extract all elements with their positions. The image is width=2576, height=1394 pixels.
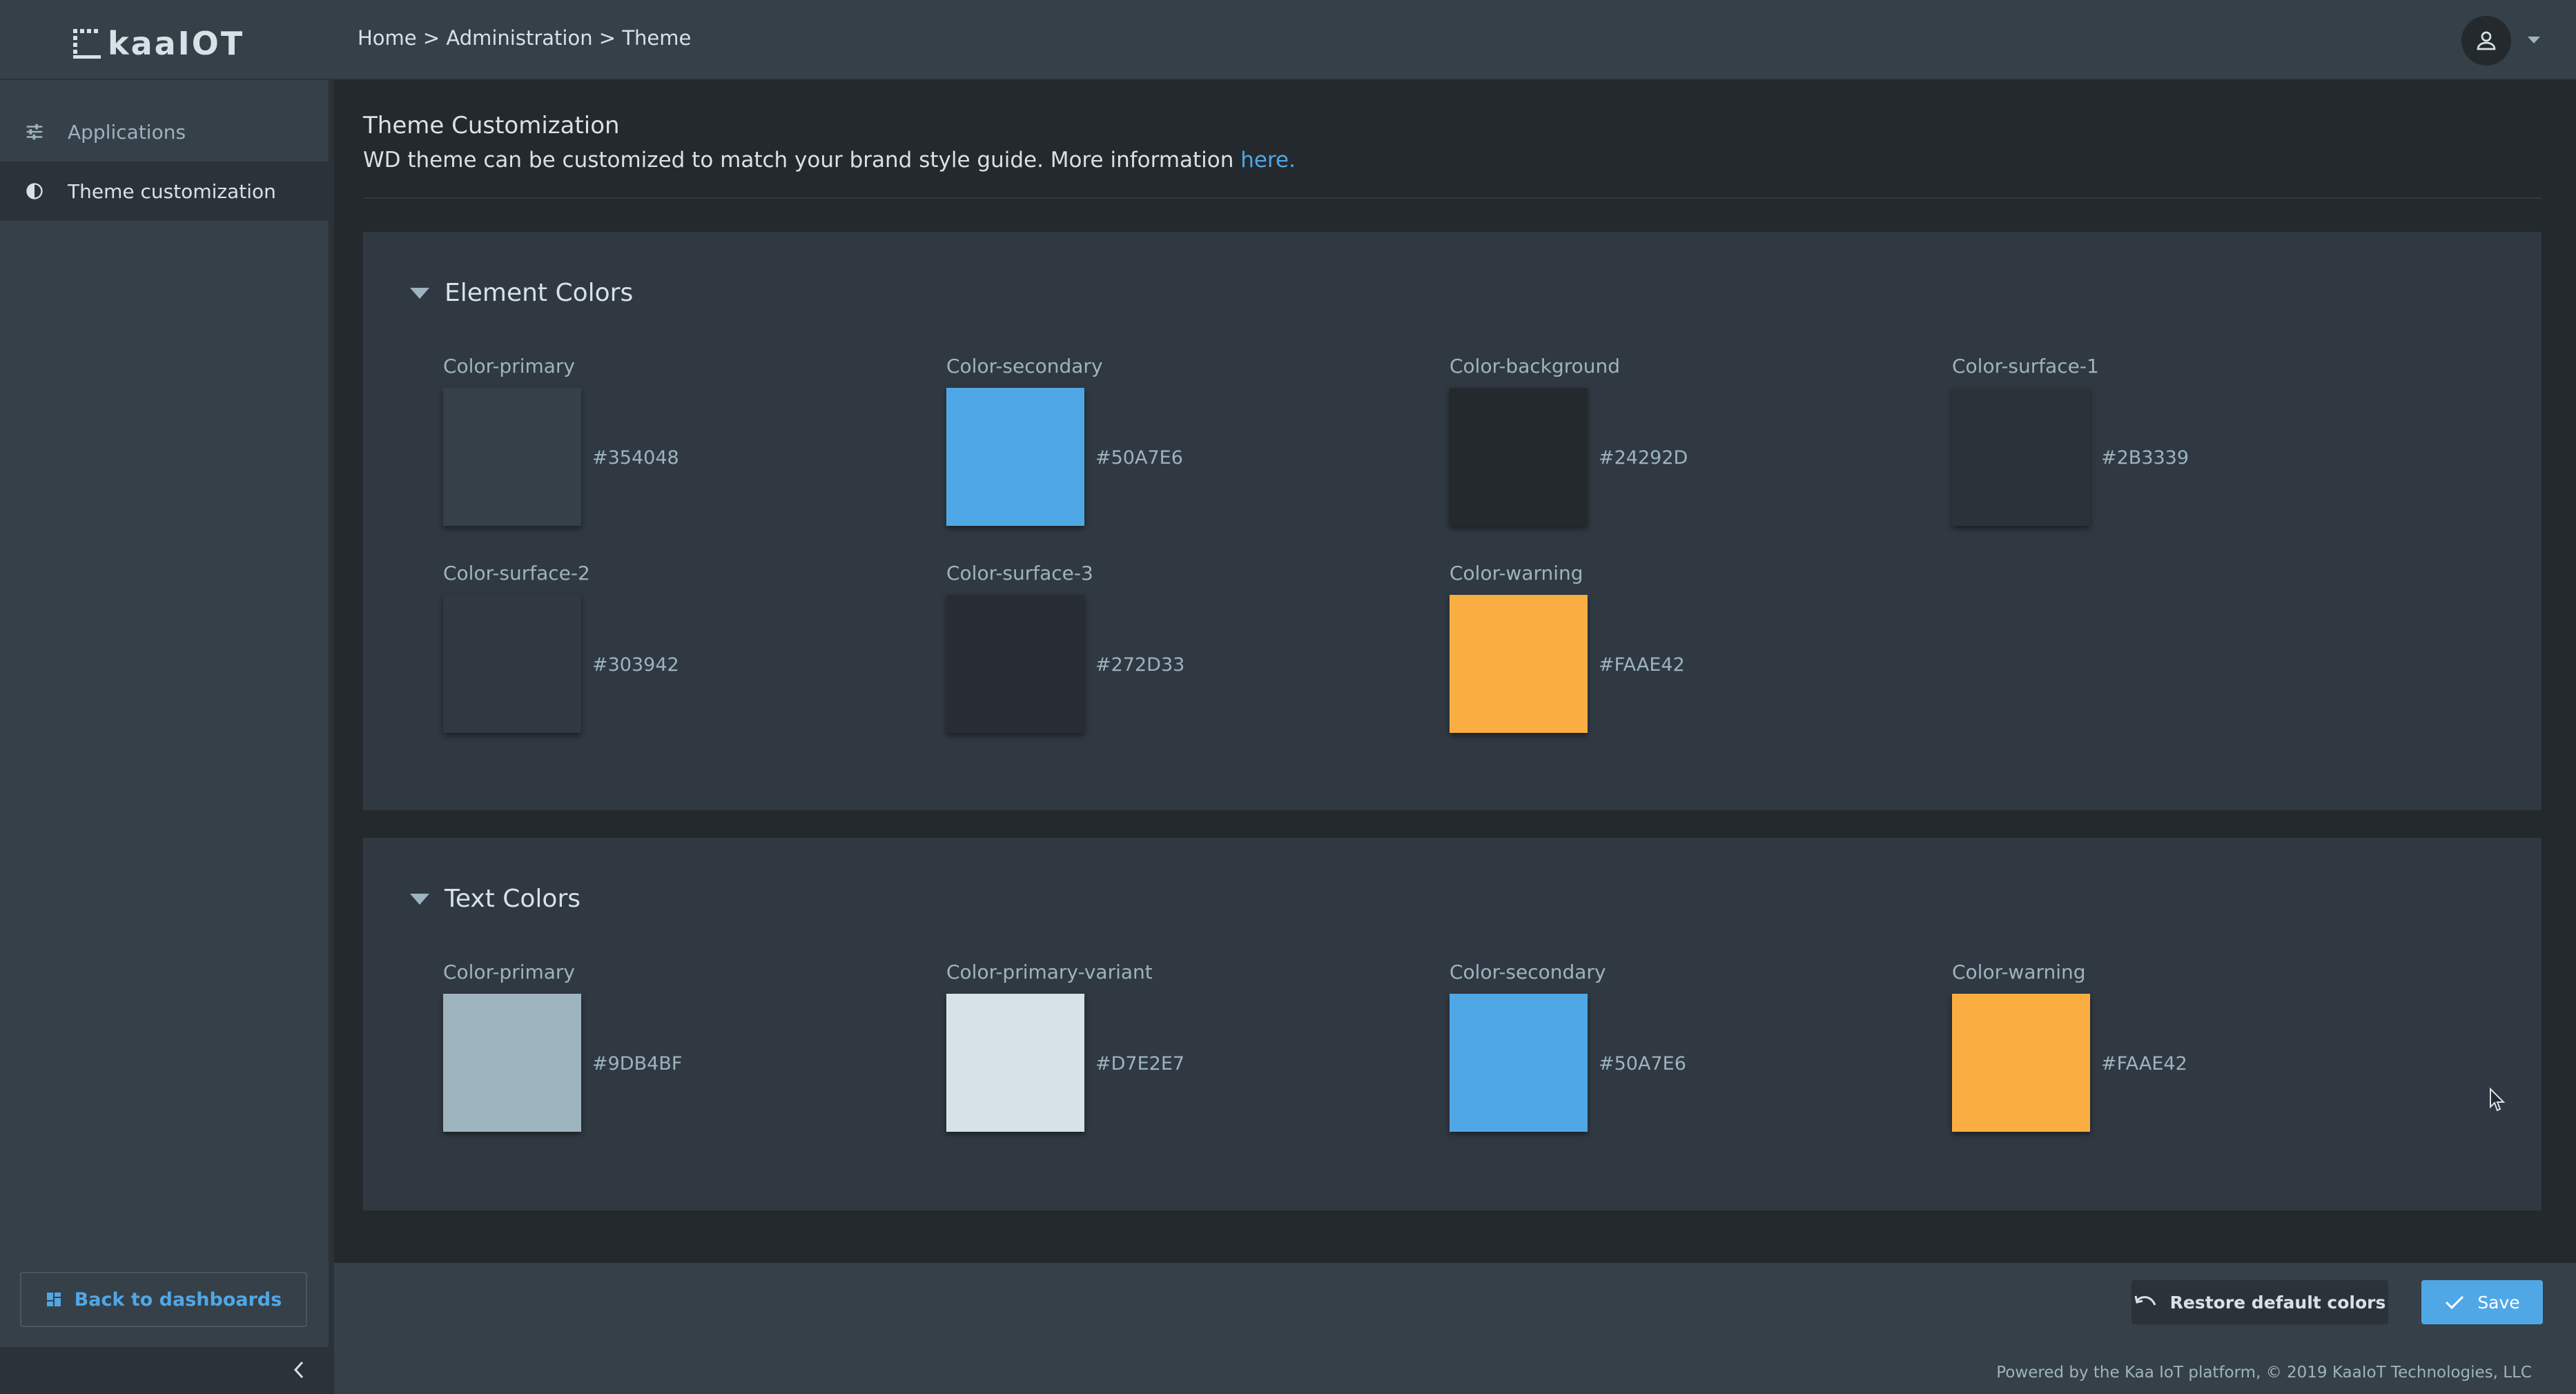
sidebar-item-theme-customization[interactable]: Theme customization	[0, 161, 334, 221]
check-icon	[2444, 1294, 2465, 1310]
color-swatch[interactable]	[946, 595, 1084, 733]
back-to-dashboards-button[interactable]: Back to dashboards	[20, 1272, 307, 1327]
color-hex: #354048	[592, 447, 679, 469]
color-item: Color-secondary #50A7E6	[1450, 961, 1864, 1140]
page-subtitle: WD theme can be customized to match your…	[363, 148, 1296, 173]
color-swatch[interactable]	[1450, 994, 1588, 1132]
caret-down-icon	[410, 893, 429, 905]
color-swatch[interactable]	[946, 388, 1084, 526]
color-label: Color-surface-3	[946, 562, 1093, 585]
color-hex: #303942	[592, 654, 679, 676]
color-label: Color-background	[1450, 355, 1621, 377]
save-button[interactable]: Save	[2421, 1280, 2543, 1324]
contrast-icon	[23, 180, 46, 202]
element-colors-header[interactable]: Element Colors	[410, 279, 633, 307]
logo-mark-icon	[73, 29, 101, 59]
caret-down-icon	[410, 287, 429, 299]
color-hex: #50A7E6	[1095, 447, 1183, 469]
page-title: Theme Customization	[363, 112, 620, 139]
color-label: Color-primary-variant	[946, 961, 1153, 983]
color-hex: #FAAE42	[2101, 1053, 2187, 1074]
color-swatch[interactable]	[1450, 388, 1588, 526]
color-item: Color-primary-variant #D7E2E7	[946, 961, 1360, 1140]
color-item: Color-background #24292D	[1450, 355, 1864, 534]
header-divider	[363, 197, 2541, 199]
sliders-icon	[23, 121, 46, 143]
color-label: Color-primary	[443, 961, 575, 983]
color-item: Color-surface-3 #272D33	[946, 562, 1360, 741]
color-item: Color-surface-2 #303942	[443, 562, 857, 741]
color-swatch[interactable]	[443, 388, 581, 526]
color-label: Color-warning	[1952, 961, 2086, 983]
color-hex: #272D33	[1095, 654, 1185, 676]
mouse-cursor-icon	[2490, 1088, 2506, 1112]
color-item: Color-warning #FAAE42	[1450, 562, 1864, 741]
panel-title: Element Colors	[445, 279, 634, 307]
subtitle-period: .	[1289, 148, 1296, 173]
color-item: Color-surface-1 #2B3339	[1952, 355, 2366, 534]
sidebar-divider	[329, 80, 334, 1394]
color-item: Color-primary #9DB4BF	[443, 961, 857, 1140]
restore-default-colors-button[interactable]: Restore default colors	[2131, 1280, 2388, 1324]
color-swatch[interactable]	[443, 595, 581, 733]
sidebar-item-label: Applications	[68, 120, 186, 144]
logo-text: kaaIOT	[108, 25, 245, 62]
sidebar: Applications Theme customization	[0, 80, 334, 1394]
color-hex: #2B3339	[2101, 447, 2189, 469]
text-colors-header[interactable]: Text Colors	[410, 885, 580, 913]
kaaiot-logo[interactable]: kaaIOT	[72, 23, 244, 59]
color-swatch[interactable]	[1450, 595, 1588, 733]
color-swatch[interactable]	[1952, 388, 2090, 526]
breadcrumb: Home > Administration > Theme	[358, 26, 692, 50]
back-button-label: Back to dashboards	[74, 1288, 282, 1310]
user-icon	[2477, 31, 2496, 50]
dashboard-icon	[46, 1291, 62, 1308]
color-hex: #D7E2E7	[1095, 1053, 1185, 1074]
color-hex: #9DB4BF	[592, 1053, 683, 1074]
panel-title: Text Colors	[445, 885, 580, 913]
color-label: Color-secondary	[946, 355, 1103, 377]
chevron-left-icon[interactable]	[289, 1359, 309, 1380]
color-swatch[interactable]	[1952, 994, 2090, 1132]
color-item: Color-secondary #50A7E6	[946, 355, 1360, 534]
save-button-label: Save	[2477, 1292, 2520, 1313]
sidebar-item-label: Theme customization	[68, 179, 276, 203]
color-hex: #FAAE42	[1599, 654, 1685, 676]
sidebar-collapse-bar	[0, 1347, 334, 1394]
chevron-down-icon[interactable]	[2528, 37, 2540, 43]
color-hex: #24292D	[1599, 447, 1688, 469]
sidebar-item-applications[interactable]: Applications	[0, 102, 334, 161]
color-label: Color-secondary	[1450, 961, 1606, 983]
color-label: Color-surface-1	[1952, 355, 2099, 377]
color-hex: #50A7E6	[1599, 1053, 1686, 1074]
color-label: Color-warning	[1450, 562, 1583, 585]
restore-button-label: Restore default colors	[2169, 1292, 2386, 1313]
more-info-link[interactable]: here	[1240, 148, 1289, 173]
color-item: Color-warning #FAAE42	[1952, 961, 2366, 1140]
undo-icon	[2134, 1294, 2158, 1310]
color-label: Color-surface-2	[443, 562, 590, 585]
color-swatch[interactable]	[443, 994, 581, 1132]
color-item: Color-primary #354048	[443, 355, 857, 534]
color-label: Color-primary	[443, 355, 575, 377]
top-bar: kaaIOT Home > Administration > Theme	[0, 0, 2576, 80]
color-swatch[interactable]	[946, 994, 1084, 1132]
element-colors-panel: Element Colors Color-primary #354048 Col…	[363, 232, 2541, 810]
subtitle-text: WD theme can be customized to match your…	[363, 148, 1241, 173]
text-colors-panel: Text Colors Color-primary #9DB4BF Color-…	[363, 838, 2541, 1210]
user-menu-button[interactable]	[2461, 16, 2511, 66]
powered-by-text: Powered by the Kaa IoT platform, © 2019 …	[1996, 1364, 2532, 1382]
